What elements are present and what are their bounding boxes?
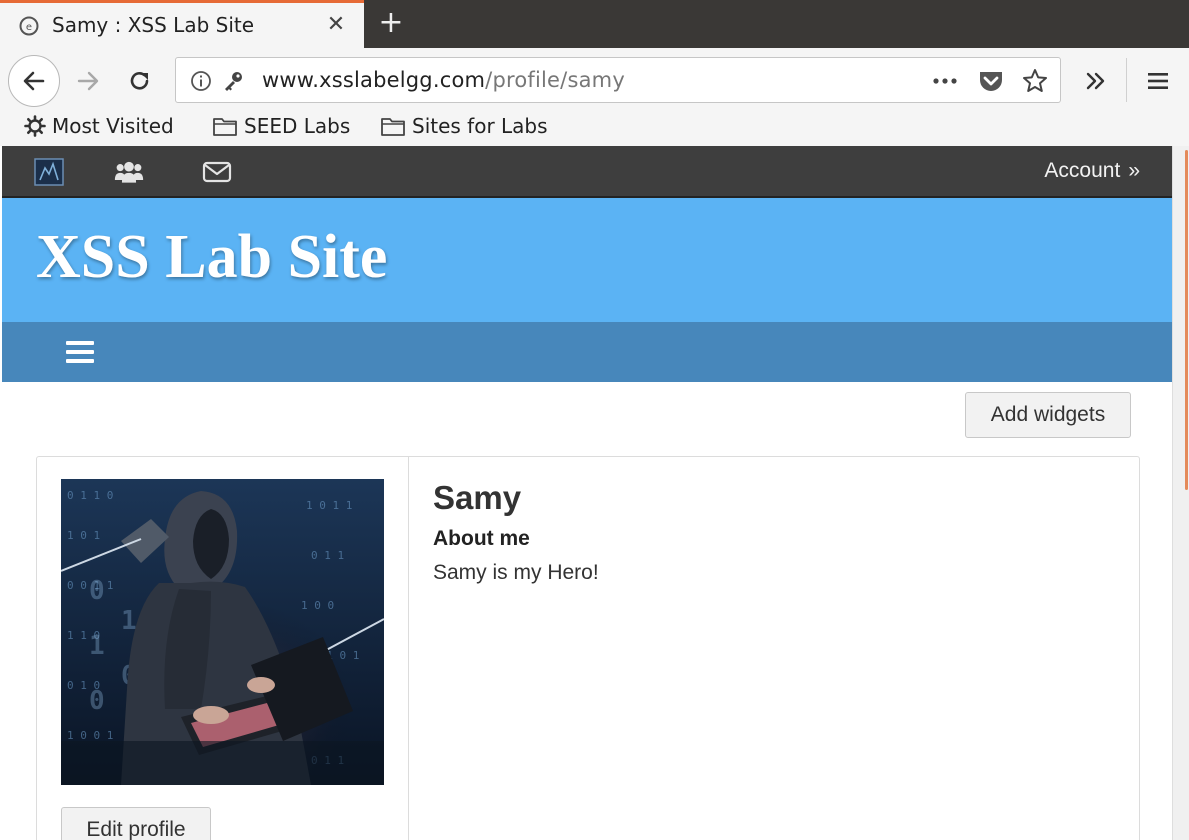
profile-sidebar: 0 1 1 01 0 10 0 1 1 1 1 00 1 01 0 0 1 1 … xyxy=(37,457,409,840)
bookmark-most-visited[interactable]: Most Visited xyxy=(24,114,174,138)
hamburger-menu-icon[interactable] xyxy=(66,341,94,365)
about-me-label: About me xyxy=(433,527,530,550)
web-page: Account » XSS Lab Site Add widgets Edit p… xyxy=(0,146,1172,840)
profile-card: 0 1 1 01 0 10 0 1 1 1 1 00 1 01 0 0 1 1 … xyxy=(36,456,1140,840)
toolbar-divider xyxy=(1126,58,1127,102)
pocket-icon[interactable] xyxy=(978,68,1004,94)
bookmark-seed-labs[interactable]: SEED Labs xyxy=(212,114,350,138)
svg-text:e: e xyxy=(26,22,32,33)
menu-button[interactable] xyxy=(1132,55,1184,107)
tab-bar: e Samy : XSS Lab Site ✕ + xyxy=(0,0,1189,48)
page-scrollbar[interactable] xyxy=(1172,146,1189,840)
url-bar[interactable]: www.xsslabelgg.com/profile/samy xyxy=(175,57,1061,103)
info-icon[interactable] xyxy=(188,68,214,94)
site-title[interactable]: XSS Lab Site xyxy=(36,222,387,293)
new-tab-button[interactable]: + xyxy=(376,6,406,40)
bookmark-label: Sites for Labs xyxy=(412,114,548,138)
gear-icon xyxy=(24,115,46,137)
reload-icon xyxy=(130,72,149,90)
account-arrow-icon: » xyxy=(1128,159,1140,182)
overflow-button[interactable] xyxy=(1070,55,1122,107)
folder-icon xyxy=(213,118,237,136)
bookmark-sites-for-labs[interactable]: Sites for Labs xyxy=(380,114,548,138)
site-banner: XSS Lab Site xyxy=(2,198,1172,322)
more-icon[interactable] xyxy=(932,68,958,94)
site-menubar xyxy=(2,322,1172,382)
hooded-hacker-image: 0 1 1 01 0 10 0 1 1 1 1 00 1 01 0 0 1 1 … xyxy=(61,479,384,785)
profile-name: Samy xyxy=(433,479,522,516)
tab-title: Samy : XSS Lab Site xyxy=(52,13,255,37)
friends-icon[interactable] xyxy=(114,158,144,186)
about-me-text: Samy is my Hero! xyxy=(433,561,599,584)
profile-avatar[interactable]: 0 1 1 01 0 10 0 1 1 1 1 00 1 01 0 0 1 1 … xyxy=(61,479,384,785)
site-logo-icon[interactable] xyxy=(34,158,64,186)
add-widgets-button[interactable]: Add widgets xyxy=(965,392,1131,438)
active-tab[interactable]: e Samy : XSS Lab Site ✕ xyxy=(0,0,364,48)
bookmark-label: SEED Labs xyxy=(244,114,351,138)
reload-button[interactable] xyxy=(114,55,166,107)
site-favicon-icon: e xyxy=(19,16,39,36)
url-text[interactable]: www.xsslabelgg.com/profile/samy xyxy=(262,68,625,92)
back-arrow-icon xyxy=(23,71,45,91)
edit-profile-button[interactable]: Edit profile xyxy=(61,807,211,840)
bookmark-label: Most Visited xyxy=(52,114,174,138)
forward-arrow-icon xyxy=(77,71,99,91)
menu-icon xyxy=(1148,73,1168,89)
site-topbar: Account » xyxy=(2,146,1172,198)
url-path: /profile/samy xyxy=(485,68,625,92)
url-domain: www.xsslabelgg.com xyxy=(262,68,486,92)
navigation-toolbar: www.xsslabelgg.com/profile/samy xyxy=(0,48,1189,110)
key-icon xyxy=(220,68,246,94)
account-label: Account xyxy=(1044,159,1121,182)
forward-button[interactable] xyxy=(62,55,114,107)
mail-icon[interactable] xyxy=(202,158,232,186)
bookmarks-toolbar: Most Visited SEED Labs Sites for Labs xyxy=(0,110,1189,146)
scrollbar-thumb[interactable] xyxy=(1185,150,1188,490)
back-button[interactable] xyxy=(8,55,60,107)
account-menu[interactable]: Account » xyxy=(1044,159,1140,183)
tab-close-icon[interactable]: ✕ xyxy=(322,11,350,39)
overflow-icon xyxy=(1086,72,1105,90)
star-icon[interactable] xyxy=(1022,68,1048,94)
folder-icon xyxy=(381,118,405,136)
